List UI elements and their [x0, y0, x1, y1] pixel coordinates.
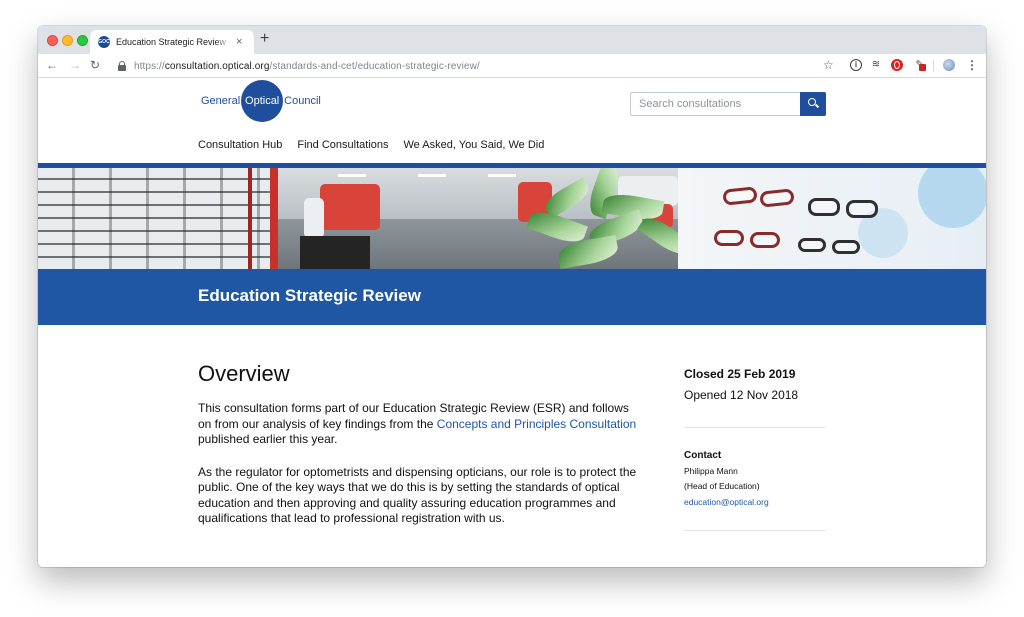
tab-close-icon[interactable]: ×	[236, 36, 242, 48]
overview-paragraph-1: This consultation forms part of our Educ…	[198, 401, 637, 446]
tab-strip: GOC Education Strategic Review - Consult…	[38, 26, 986, 54]
search-icon	[808, 98, 816, 106]
logo-circle: Optical	[241, 80, 284, 122]
logo-word-left: General	[201, 95, 241, 107]
contact-name: Philippa Mann	[684, 466, 738, 476]
lock-icon	[118, 61, 126, 71]
tab-title: Education Strategic Review - Consultatio…	[116, 37, 232, 47]
page-title-band: Education Strategic Review	[38, 269, 986, 325]
concepts-principles-link[interactable]: Concepts and Principles Consultation	[437, 417, 636, 431]
url-text[interactable]: https://consultation.optical.org/standar…	[134, 61, 480, 72]
contact-role: (Head of Education)	[684, 481, 760, 491]
browser-window: GOC Education Strategic Review - Consult…	[38, 26, 986, 567]
search-form	[630, 92, 826, 116]
contact-heading: Contact	[684, 450, 722, 461]
new-tab-button[interactable]: +	[260, 30, 269, 48]
web-page: General Optical Council Consultation Hub…	[38, 79, 986, 567]
sidebar-divider-bottom	[684, 530, 826, 531]
site-favicon-icon: GOC	[98, 36, 110, 48]
forward-arrow-icon[interactable]: →	[69, 57, 81, 73]
nav-we-asked-you-said[interactable]: We Asked, You Said, We Did	[404, 139, 545, 151]
maximize-window-button[interactable]	[77, 35, 88, 46]
bookmark-star-icon[interactable]: ☆	[823, 58, 834, 72]
opera-extension-icon[interactable]	[891, 59, 903, 71]
nav-find-consultations[interactable]: Find Consultations	[297, 139, 388, 151]
address-bar[interactable]: https://consultation.optical.org/standar…	[114, 56, 842, 76]
contact-email-link[interactable]: education@optical.org	[684, 497, 826, 507]
closed-date: Closed 25 Feb 2019	[684, 367, 796, 381]
consultation-sidebar: Closed 25 Feb 2019 Opened 12 Nov 2018 Co…	[684, 367, 826, 531]
overview-heading: Overview	[198, 361, 290, 386]
search-button[interactable]	[800, 92, 826, 116]
tool-extension-icon[interactable]: ✎	[914, 59, 926, 71]
overview-paragraph-2: As the regulator for optometrists and di…	[198, 464, 637, 526]
page-title: Education Strategic Review	[198, 286, 421, 305]
toolbar-separator	[933, 60, 934, 72]
minimize-window-button[interactable]	[62, 35, 73, 46]
active-tab[interactable]: GOC Education Strategic Review - Consult…	[90, 30, 254, 54]
profile-avatar-icon[interactable]	[943, 59, 955, 71]
hero-banner-image	[38, 168, 986, 269]
close-window-button[interactable]	[47, 35, 58, 46]
goc-logo[interactable]: General Optical Council	[201, 80, 321, 122]
reload-icon[interactable]: ↻	[90, 57, 100, 73]
overview-section: Overview This consultation forms part of…	[198, 361, 638, 527]
search-input[interactable]	[630, 92, 800, 116]
opened-date: Opened 12 Nov 2018	[684, 388, 799, 402]
extension-badge	[919, 64, 926, 71]
nav-consultation-hub[interactable]: Consultation Hub	[198, 139, 282, 151]
browser-toolbar: ← → ↻ https://consultation.optical.org/s…	[38, 54, 986, 78]
main-navigation: Consultation Hub Find Consultations We A…	[198, 139, 544, 151]
info-extension-icon[interactable]: i	[850, 59, 862, 71]
logo-word-right: Council	[284, 95, 321, 107]
layers-extension-icon[interactable]: ≋	[870, 59, 882, 71]
sidebar-divider	[684, 427, 826, 428]
menu-icon[interactable]: ⋮	[966, 59, 978, 71]
back-arrow-icon[interactable]: ←	[46, 57, 58, 73]
